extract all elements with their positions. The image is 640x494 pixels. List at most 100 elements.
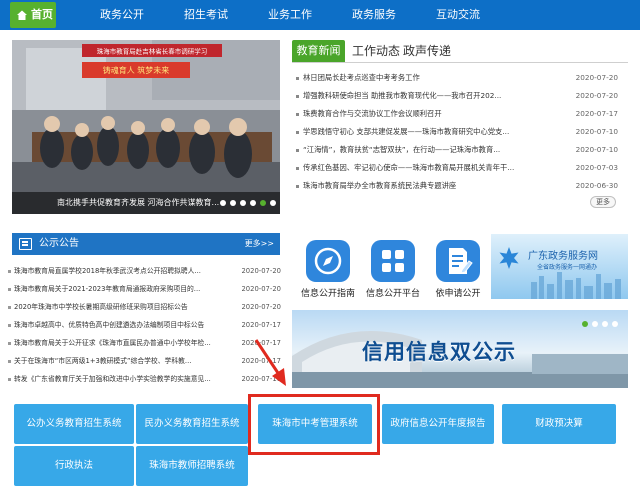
law-enforcement-button[interactable]: 行政执法 bbox=[14, 446, 134, 486]
banner-dot-active[interactable] bbox=[582, 321, 588, 327]
notice-more-link[interactable]: 更多>> bbox=[245, 233, 274, 255]
notice-title: 公示公告 bbox=[39, 238, 79, 249]
private-enrollment-button[interactable]: 民办义务教育招生系统 bbox=[136, 404, 248, 444]
slider-caption[interactable]: 南北携手共促教育齐发展 河海合作共谋教育... bbox=[57, 192, 219, 214]
bullet-icon bbox=[8, 306, 11, 309]
quick-label-apply[interactable]: 依申请公开 bbox=[418, 286, 498, 299]
nav-home[interactable]: 首页 bbox=[10, 2, 56, 28]
news-title[interactable]: “江海情”，教育扶贫“志智双扶”，在行动——记珠海市教育... bbox=[303, 142, 543, 158]
banner-dot[interactable] bbox=[612, 321, 618, 327]
notice-item[interactable]: 珠海市教育局直属学校2018年秋季武汉考点公开招聘拟聘人... 2020-07-2… bbox=[8, 264, 284, 279]
news-item[interactable]: 珠费教育合作与交流协议工作会议顺利召开 2020-07-17 bbox=[296, 106, 628, 122]
banner-dot[interactable] bbox=[592, 321, 598, 327]
news-item[interactable]: 林日团局长赴考点巡查中考考务工作 2020-07-20 bbox=[296, 70, 628, 86]
credit-info-banner-text: 信用信息双公示 bbox=[362, 340, 516, 364]
notice-header: 公示公告 更多>> bbox=[12, 233, 280, 255]
news-date: 2020-07-03 bbox=[575, 163, 618, 172]
news-item[interactable]: “江海情”，教育扶贫“志智双扶”，在行动——记珠海市教育... 2020-07-1… bbox=[296, 142, 628, 158]
slider-dot[interactable] bbox=[230, 200, 236, 206]
notice-board-icon bbox=[19, 238, 32, 250]
news-title[interactable]: 林日团局长赴考点巡查中考考务工作 bbox=[303, 70, 543, 86]
bullet-icon bbox=[296, 149, 299, 152]
notice-item-date: 2020-07-20 bbox=[241, 303, 281, 311]
news-date: 2020-07-10 bbox=[575, 145, 618, 154]
tab-work-updates[interactable]: 工作动态 bbox=[352, 40, 400, 62]
bullet-icon bbox=[8, 378, 11, 381]
public-enrollment-button[interactable]: 公办义务教育招生系统 bbox=[14, 404, 134, 444]
gov-info-report-button[interactable]: 政府信息公开年度报告 bbox=[382, 404, 494, 444]
news-more-button[interactable]: 更多 bbox=[590, 196, 616, 208]
news-date: 2020-07-20 bbox=[575, 91, 618, 100]
bullet-icon bbox=[296, 131, 299, 134]
nav-item-hudong[interactable]: 互动交流 bbox=[430, 0, 486, 30]
notice-item-date: 2020-07-17 bbox=[241, 321, 281, 329]
bullet-icon bbox=[296, 77, 299, 80]
nav-home-label: 首页 bbox=[31, 8, 53, 21]
gd-gov-service-banner[interactable]: 广东政务服务网 全省政务服务一网通办 bbox=[491, 234, 628, 299]
news-title[interactable]: 学思践悟守初心 支部共建促发展——珠海市教育研究中心党支... bbox=[303, 124, 543, 140]
news-item[interactable]: 传承红色基因、牢记初心使命——珠海市教育局开展机关青年干... 2020-07-0… bbox=[296, 160, 628, 176]
highlight-box bbox=[248, 394, 380, 455]
slider-dot[interactable] bbox=[270, 200, 276, 206]
news-item[interactable]: 珠海市教育局举办全市教育系统民法典专题讲座 2020-06-30 bbox=[296, 178, 628, 194]
news-title[interactable]: 珠海市教育局举办全市教育系统民法典专题讲座 bbox=[303, 178, 543, 194]
wall-sign-text: 铸魂育人 筑梦未来 bbox=[103, 65, 170, 75]
notice-item-title[interactable]: 珠海市教育局关于2021-2023年教育局通报政府采购项目的... bbox=[14, 282, 236, 297]
bullet-icon bbox=[8, 288, 11, 291]
notice-item-date: 2020-07-20 bbox=[241, 285, 281, 293]
budget-button[interactable]: 财政预决算 bbox=[502, 404, 616, 444]
meeting-photo: 珠海市教育局赴吉林省长春市调研学习 铸魂育人 筑梦未来 bbox=[12, 40, 280, 214]
compass-icon[interactable] bbox=[306, 240, 350, 282]
teacher-recruit-button[interactable]: 珠海市教师招聘系统 bbox=[136, 446, 248, 486]
gd-banner-subtitle: 全省政务服务一网通办 bbox=[537, 264, 598, 271]
notice-item-title[interactable]: 转发《广东省教育厅关于加强和改进中小学实验教学的实施意见... bbox=[14, 372, 236, 387]
notice-item-title[interactable]: 关于在珠海市“市区两级1+3教研模式”综合学校、学科教... bbox=[14, 354, 236, 369]
tab-education-news[interactable]: 教育新闻 bbox=[292, 40, 345, 62]
notice-item-title[interactable]: 珠海市教育局直属学校2018年秋季武汉考点公开招聘拟聘人... bbox=[14, 264, 236, 279]
bullet-icon bbox=[296, 95, 299, 98]
notice-item[interactable]: 珠海市教育局关于2021-2023年教育局通报政府采购项目的... 2020-07… bbox=[8, 282, 284, 297]
notice-item-date: 2020-07-20 bbox=[241, 267, 281, 275]
notice-item[interactable]: 转发《广东省教育厅关于加强和改进中小学实验教学的实施意见... 2020-07-1… bbox=[8, 372, 284, 387]
notice-item[interactable]: 珠海市教育局关于公开征求《珠海市直属民办普通中小学校年检... 2020-07-1… bbox=[8, 336, 284, 351]
nav-item-zhaosheng[interactable]: 招生考试 bbox=[178, 0, 234, 30]
nav-item-fuwu[interactable]: 政务服务 bbox=[346, 0, 402, 30]
slider-dot[interactable] bbox=[240, 200, 246, 206]
news-date: 2020-07-20 bbox=[575, 73, 618, 82]
gd-banner-title: 广东政务服务网 bbox=[528, 251, 598, 262]
tab-policy-voice[interactable]: 政声传递 bbox=[403, 40, 451, 62]
grid-apps-icon[interactable] bbox=[371, 240, 415, 282]
meeting-banner-text: 珠海市教育局赴吉林省长春市调研学习 bbox=[97, 47, 208, 56]
news-divider bbox=[292, 62, 628, 63]
news-title[interactable]: 传承红色基因、牢记初心使命——珠海市教育局开展机关青年干... bbox=[303, 160, 543, 176]
bullet-icon bbox=[8, 324, 11, 327]
bullet-icon bbox=[8, 270, 11, 273]
news-date: 2020-07-10 bbox=[575, 127, 618, 136]
bullet-icon bbox=[8, 342, 11, 345]
news-title[interactable]: 珠费教育合作与交流协议工作会议顺利召开 bbox=[303, 106, 543, 122]
notice-item[interactable]: 珠海市卓越高中、优质特色高中创建遴选办法编制项目中标公告 2020-07-17 bbox=[8, 318, 284, 333]
slider-caption-bar: 南北携手共促教育齐发展 河海合作共谋教育... bbox=[12, 192, 280, 214]
notice-item-title[interactable]: 珠海市教育局关于公开征求《珠海市直属民办普通中小学校年检... bbox=[14, 336, 236, 351]
notice-item-title[interactable]: 珠海市卓越高中、优质特色高中创建遴选办法编制项目中标公告 bbox=[14, 318, 236, 333]
nav-item-yewu[interactable]: 业务工作 bbox=[262, 0, 318, 30]
news-date: 2020-07-17 bbox=[575, 109, 618, 118]
slider-dot[interactable] bbox=[220, 200, 226, 206]
banner-dot[interactable] bbox=[602, 321, 608, 327]
notice-item[interactable]: 2020年珠海市中学校长暑期高级研修班采购项目招标公告 2020-07-20 bbox=[8, 300, 284, 315]
red-arrow-icon bbox=[254, 339, 286, 386]
news-item[interactable]: 学思践悟守初心 支部共建促发展——珠海市教育研究中心党支... 2020-07-1… bbox=[296, 124, 628, 140]
news-item[interactable]: 增强教科研使命担当 助推我市教育现代化——我市召开202... 2020-07-2… bbox=[296, 88, 628, 104]
notice-item-title[interactable]: 2020年珠海市中学校长暑期高级研修班采购项目招标公告 bbox=[14, 300, 236, 315]
news-photo-slider[interactable]: 珠海市教育局赴吉林省长春市调研学习 铸魂育人 筑梦未来 南北携手共促教育齐发展 … bbox=[12, 40, 280, 214]
notice-item[interactable]: 关于在珠海市“市区两级1+3教研模式”综合学校、学科教... 2020-07-17 bbox=[8, 354, 284, 369]
home-icon bbox=[17, 10, 27, 20]
document-edit-icon[interactable] bbox=[436, 240, 480, 282]
bullet-icon bbox=[296, 113, 299, 116]
slider-dot-active[interactable] bbox=[260, 200, 266, 206]
slider-dot[interactable] bbox=[250, 200, 256, 206]
credit-info-banner[interactable]: 信用信息双公示 bbox=[292, 310, 628, 388]
top-nav: 首页 政务公开 招生考试 业务工作 政务服务 互动交流 bbox=[0, 0, 640, 30]
news-title[interactable]: 增强教科研使命担当 助推我市教育现代化——我市召开202... bbox=[303, 88, 543, 104]
nav-item-zhengwu[interactable]: 政务公开 bbox=[94, 0, 150, 30]
